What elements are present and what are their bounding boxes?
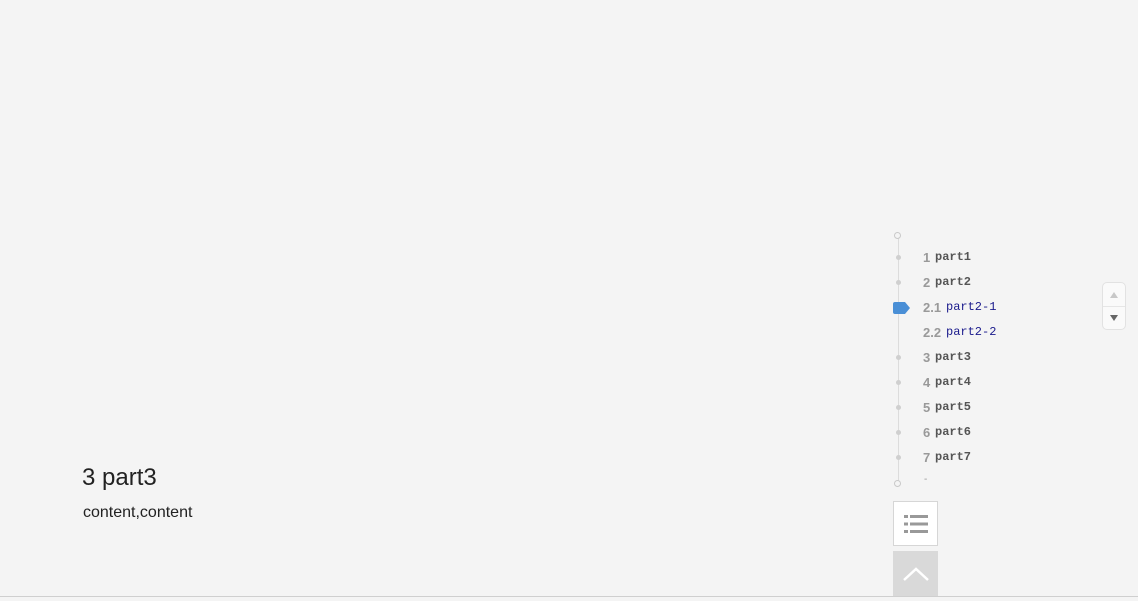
catalog-item-label: part2-1 (946, 300, 997, 314)
list-icon (903, 514, 928, 533)
active-marker-icon (893, 302, 910, 314)
catalog-item-number: 3 (923, 350, 931, 365)
catalog-item-label: part3 (935, 350, 972, 364)
catalog-scroll-up-button[interactable] (1103, 283, 1125, 307)
catalog-scroller (1102, 282, 1126, 330)
catalog-toggle-button[interactable] (893, 501, 938, 546)
catalog-item-label: part4 (935, 375, 972, 389)
catalog-item-part4[interactable]: 4 part4 (888, 372, 1088, 394)
catalog-item-label: part2 (935, 275, 972, 289)
catalog-trailing-text: - (924, 474, 928, 485)
catalog-end-marker (894, 480, 901, 487)
triangle-up-icon (1110, 291, 1118, 298)
back-to-top-button[interactable] (893, 551, 938, 596)
catalog-item-number: 6 (923, 425, 931, 440)
catalog-dot (896, 280, 901, 285)
catalog-item-number: 5 (923, 400, 931, 415)
catalog-start-marker (894, 232, 901, 239)
catalog-dot (896, 430, 901, 435)
chevron-up-icon (902, 566, 929, 581)
catalog-item-part2[interactable]: 2 part2 (888, 272, 1088, 294)
catalog-dot (896, 255, 901, 260)
catalog-item-label: part5 (935, 400, 972, 414)
page-bottom-border (0, 596, 1138, 597)
catalog-item-label: part6 (935, 425, 972, 439)
catalog-list: 1 part1 2 part2 2.1 part2-1 2.2 part2-2 3 part3 4 p… (888, 228, 1088, 492)
catalog-item-part7[interactable]: 7 part7 (888, 447, 1088, 469)
catalog-item-part3[interactable]: 3 part3 (888, 347, 1088, 369)
catalog-item-number: 4 (923, 375, 931, 390)
catalog-item-part1[interactable]: 1 part1 (888, 247, 1088, 269)
section-body: content,content (83, 504, 193, 521)
catalog-item-label: part1 (935, 250, 972, 264)
catalog-dot (896, 405, 901, 410)
catalog-item-number: 1 (923, 250, 931, 265)
catalog-item-label: part2-2 (946, 325, 997, 339)
catalog-dot (896, 380, 901, 385)
catalog-item-number: 2.1 (923, 300, 942, 315)
catalog-dot (896, 455, 901, 460)
content-section: 3 part3 content,content (82, 462, 192, 522)
catalog-item-label: part7 (935, 450, 972, 464)
section-heading: 3 part3 (82, 464, 157, 491)
catalog-scroll-down-button[interactable] (1103, 306, 1125, 329)
catalog-dot (896, 355, 901, 360)
triangle-down-icon (1110, 314, 1118, 321)
catalog-item-number: 7 (923, 450, 931, 465)
catalog-item-part2-1[interactable]: 2.1 part2-1 (888, 297, 1088, 319)
catalog-item-number: 2.2 (923, 325, 942, 340)
catalog-item-number: 2 (923, 275, 931, 290)
catalog-item-part6[interactable]: 6 part6 (888, 422, 1088, 444)
catalog-item-part5[interactable]: 5 part5 (888, 397, 1088, 419)
catalog-item-part2-2[interactable]: 2.2 part2-2 (888, 322, 1088, 344)
